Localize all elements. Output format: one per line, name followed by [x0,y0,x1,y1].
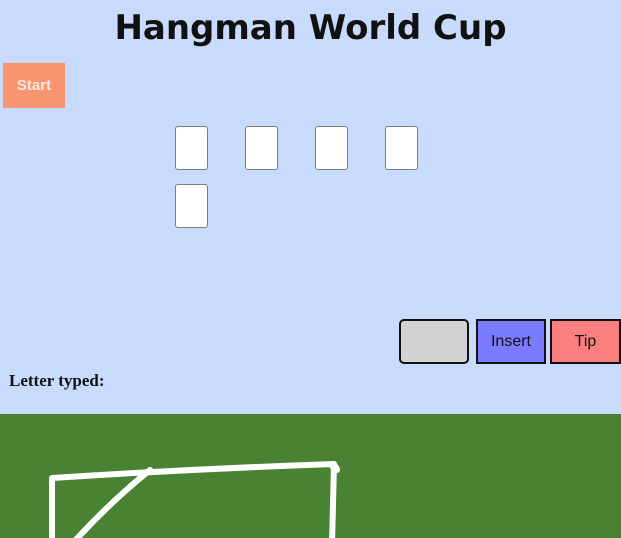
letters-typed-area: Letter typed: [9,371,105,391]
start-button[interactable]: Start [3,63,65,108]
letter-slot [175,184,208,228]
goal-icon [49,461,340,538]
letters-typed-label: Letter typed: [9,371,105,390]
tip-button[interactable]: Tip [550,319,621,364]
letter-input[interactable] [399,319,469,364]
page-title: Hangman World Cup [114,8,507,48]
soccer-field [0,414,621,538]
insert-button[interactable]: Insert [476,319,546,364]
letter-slot [245,126,278,170]
letter-slot [315,126,348,170]
letter-slot [385,126,418,170]
letter-slot [175,126,208,170]
